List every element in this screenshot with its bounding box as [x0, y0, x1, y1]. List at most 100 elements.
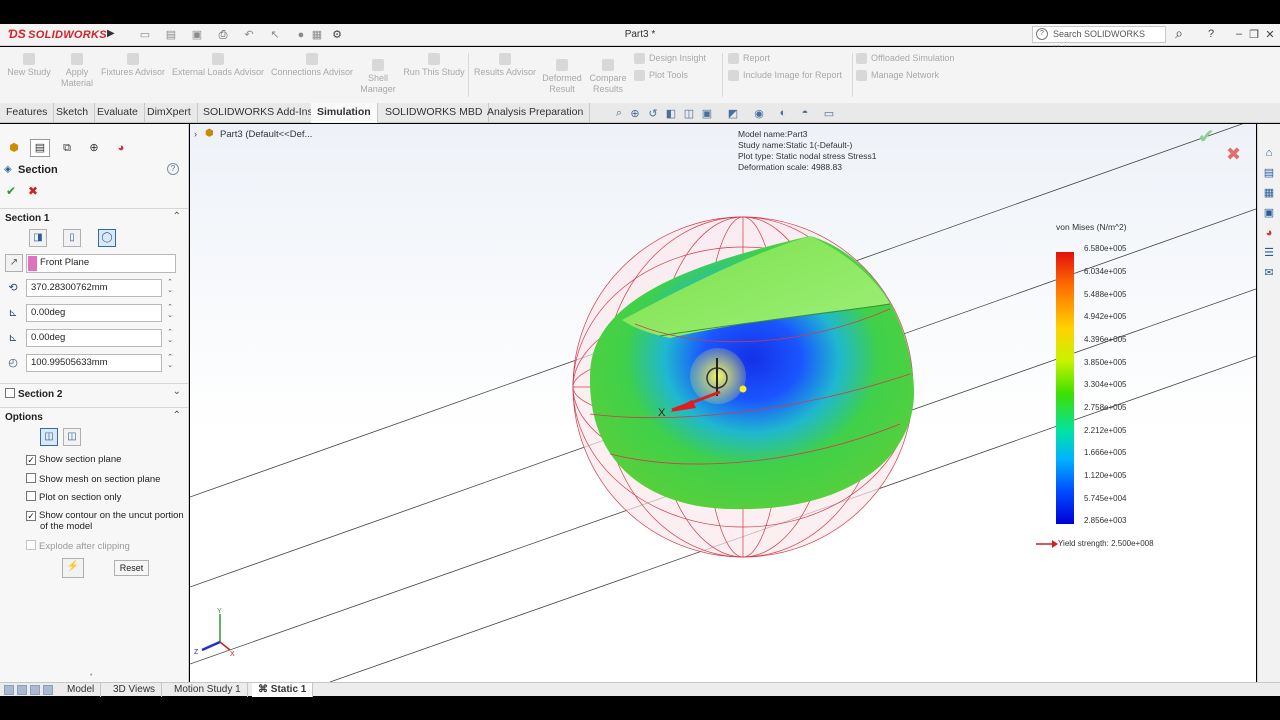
show-mesh-checkbox[interactable] — [26, 473, 36, 483]
report-button[interactable]: Report — [728, 51, 770, 65]
menu-expand-icon[interactable]: ▶ — [107, 28, 115, 39]
rebuild-icon[interactable]: ● — [294, 28, 308, 42]
offset-spinner[interactable]: ⌃ ⌄ — [166, 279, 174, 295]
new-study-button[interactable]: New Study — [6, 53, 52, 78]
plot-on-section-option[interactable]: Plot on section only — [26, 491, 121, 503]
cancel-x-icon[interactable]: ✖ — [28, 184, 38, 198]
graphics-viewport[interactable]: X Y Z X › ⬢ Part3 (Default<<Def... Model… — [190, 124, 1256, 682]
radius-input[interactable]: 100.99505633mm — [26, 354, 162, 372]
file-properties-icon[interactable]: ▦ — [310, 28, 324, 42]
reset-button[interactable]: Reset — [114, 560, 149, 576]
file-explorer-icon[interactable]: ▣ — [1262, 206, 1276, 220]
resources-icon[interactable]: ▤ — [1262, 166, 1276, 180]
last-tab-nav-icon[interactable] — [43, 685, 53, 695]
offset-input[interactable]: 370.28300762mm — [26, 279, 162, 297]
tab-simulation[interactable]: Simulation — [311, 103, 378, 123]
tab-static-study[interactable]: ⌘ Static 1 — [252, 683, 314, 697]
previous-view-icon[interactable]: ↺ — [646, 107, 660, 120]
configuration-manager-tab-icon[interactable]: ⧉ — [57, 139, 77, 157]
new-file-icon[interactable]: ▭ — [138, 28, 152, 42]
rotation-y-input[interactable]: 0.00deg — [26, 329, 162, 347]
prev-tab-nav-icon[interactable] — [17, 685, 27, 695]
solidworks-logo[interactable]: ƊS SOLIDWORKS — [8, 27, 107, 43]
search-icon[interactable]: ⌕ — [1172, 25, 1186, 42]
flip-color-button[interactable]: ⚡ — [62, 558, 84, 578]
undo-icon[interactable]: ↶ — [242, 28, 256, 42]
help-icon[interactable]: ? — [167, 163, 179, 175]
tab-model[interactable]: Model — [61, 683, 102, 697]
hide-show-icon[interactable]: ◉ — [752, 107, 766, 120]
feature-manager-tab-icon[interactable]: ⬢ — [4, 139, 24, 157]
confirm-cancel-icon[interactable]: ✖ — [1226, 144, 1241, 165]
planar-section-button[interactable]: ◨ — [29, 229, 47, 247]
restore-button[interactable]: ❐ — [1247, 28, 1261, 41]
chevron-up-icon[interactable]: ⌃ — [173, 410, 181, 421]
section2-checkbox[interactable] — [5, 388, 15, 398]
offloaded-simulation-button[interactable]: Offloaded Simulation — [856, 51, 954, 65]
forum-icon[interactable]: ✉ — [1262, 266, 1276, 280]
section-view-icon[interactable]: ◧ — [664, 107, 678, 120]
custom-properties-icon[interactable]: ☰ — [1262, 246, 1276, 260]
appearance-icon[interactable]: ◐ — [776, 107, 790, 119]
show-contour-option[interactable]: ✓ Show contour on the uncut portion of the… — [26, 510, 184, 532]
rotation-x-input[interactable]: 0.00deg — [26, 304, 162, 322]
connections-advisor-button[interactable]: Connections Advisor — [268, 53, 356, 78]
tab-features[interactable]: Features — [0, 103, 55, 123]
show-section-plane-option[interactable]: ✓ Show section plane — [26, 454, 121, 465]
apply-material-button[interactable]: Apply Material — [56, 53, 98, 89]
show-mesh-option[interactable]: Show mesh on section plane — [26, 473, 160, 485]
close-button[interactable]: ✕ — [1263, 28, 1277, 41]
tab-motion-study[interactable]: Motion Study 1 — [168, 683, 248, 697]
home-icon[interactable]: ⌂ — [1262, 146, 1276, 160]
minimize-button[interactable]: – — [1232, 28, 1246, 40]
tab-3d-views[interactable]: 3D Views — [107, 683, 163, 697]
run-study-button[interactable]: Run This Study — [402, 53, 466, 78]
include-image-button[interactable]: Include Image for Report — [728, 68, 842, 82]
plane-selection-box[interactable]: Front Plane — [26, 254, 176, 273]
ok-check-icon[interactable]: ✔ — [6, 184, 16, 198]
deformed-result-button[interactable]: Deformed Result — [540, 59, 584, 95]
manage-network-button[interactable]: Manage Network — [856, 68, 939, 82]
dynamic-annotation-icon[interactable]: ◫ — [682, 107, 696, 120]
radius-spinner[interactable]: ⌃ ⌄ — [166, 354, 174, 370]
design-library-icon[interactable]: ▦ — [1262, 186, 1276, 200]
results-advisor-button[interactable]: Results Advisor — [472, 53, 538, 78]
show-section-plane-checkbox[interactable]: ✓ — [26, 455, 36, 465]
origin-point[interactable] — [739, 385, 747, 393]
print-icon[interactable]: ⎙ — [216, 28, 230, 42]
save-icon[interactable]: ▣ — [190, 28, 204, 42]
tree-expand-icon[interactable]: › — [194, 129, 197, 139]
open-file-icon[interactable]: ▤ — [164, 28, 178, 42]
property-manager-tab-icon[interactable]: ▤ — [30, 139, 50, 157]
first-tab-nav-icon[interactable] — [4, 685, 14, 695]
section2-group-header[interactable]: Section 2 ⌄ — [0, 383, 188, 403]
options-gear-icon[interactable]: ⚙ — [330, 28, 344, 42]
shell-manager-button[interactable]: Shell Manager — [358, 59, 398, 95]
select-icon[interactable]: ↖ — [268, 28, 282, 42]
tab-addins[interactable]: SOLIDWORKS Add-Ins — [197, 103, 320, 123]
tab-evaluate[interactable]: Evaluate — [91, 103, 145, 123]
tab-dimxpert[interactable]: DimXpert — [141, 103, 198, 123]
clipping-on-button[interactable]: ◫ — [40, 428, 58, 446]
view-settings-icon[interactable]: ▭ — [822, 107, 836, 120]
show-contour-checkbox[interactable]: ✓ — [26, 511, 36, 521]
appearances-icon[interactable]: ◕ — [1262, 226, 1276, 240]
rotation-y-spinner[interactable]: ⌃ ⌄ — [166, 329, 174, 345]
clipping-off-button[interactable]: ◫ — [63, 428, 81, 446]
external-loads-advisor-button[interactable]: External Loads Advisor — [170, 53, 266, 78]
scene-icon[interactable]: ◓ — [798, 107, 812, 119]
design-insight-button[interactable]: Design Insight — [634, 51, 706, 65]
display-style-icon[interactable]: ◩ — [726, 107, 740, 120]
cylindrical-section-button[interactable]: ▯ — [63, 229, 81, 247]
options-group-header[interactable]: Options ⌃ — [0, 407, 188, 427]
help-button[interactable]: ? — [1204, 28, 1218, 40]
chevron-up-icon[interactable]: ⌃ — [173, 211, 181, 222]
rotation-x-spinner[interactable]: ⌃ ⌄ — [166, 304, 174, 320]
help-search-input[interactable]: Search SOLIDWORKS Help — [1032, 26, 1166, 54]
plot-tools-button[interactable]: Plot Tools — [634, 68, 688, 82]
dimxpert-manager-tab-icon[interactable]: ⊕ — [84, 139, 104, 157]
next-tab-nav-icon[interactable] — [30, 685, 40, 695]
tab-analysis-preparation[interactable]: Analysis Preparation — [481, 103, 591, 123]
fixtures-advisor-button[interactable]: Fixtures Advisor — [98, 53, 168, 78]
tab-mbd[interactable]: SOLIDWORKS MBD — [379, 103, 490, 123]
